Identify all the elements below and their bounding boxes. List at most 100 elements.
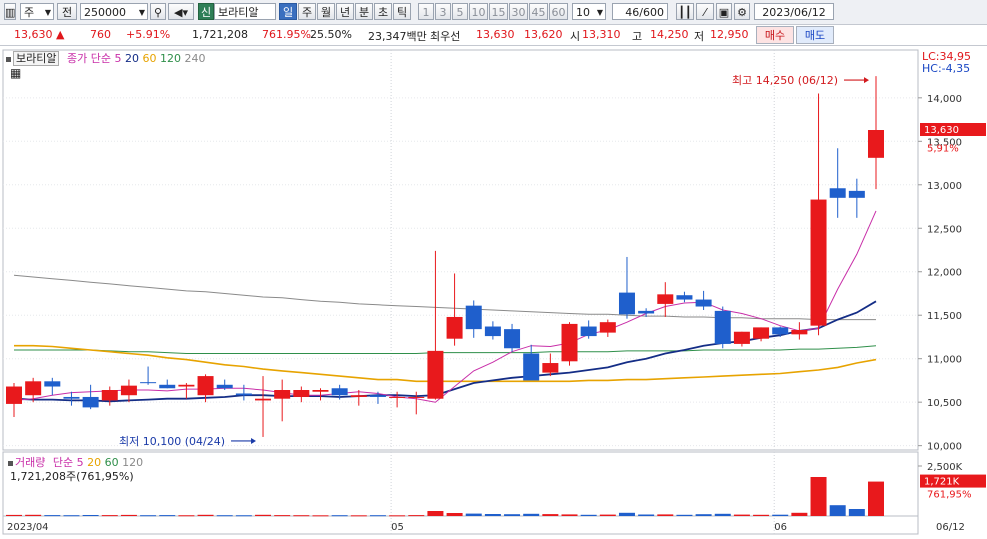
candle-body: [25, 381, 42, 396]
minute-tab-4[interactable]: 15: [489, 3, 508, 20]
legend-marker-icon: [6, 56, 11, 62]
code-input[interactable]: 250000 ▼: [80, 3, 148, 20]
candle-body: [504, 329, 521, 349]
period-tab-3[interactable]: 년: [336, 3, 354, 20]
search-icon[interactable]: ⚲: [150, 3, 166, 20]
volume-bar: [657, 514, 674, 516]
period-tab-0[interactable]: 일: [279, 3, 297, 20]
volume-bar: [714, 513, 731, 516]
legend-ma240: 240: [184, 52, 206, 65]
high-annotation: 최고 14,250 (06/12): [732, 74, 838, 87]
period-tab-4[interactable]: 분: [355, 3, 373, 20]
draw-line-icon[interactable]: ⁄: [696, 3, 714, 20]
grid-toggle-icon[interactable]: ▦: [10, 66, 21, 80]
y-tick-label: 11,500: [927, 311, 962, 322]
y-tick-label: 14,000: [927, 94, 962, 105]
speaker-icon[interactable]: ◀▾: [168, 3, 194, 20]
volume-bar: [733, 514, 750, 516]
type-select[interactable]: 주 ▼: [20, 3, 54, 20]
volume-bar: [197, 514, 214, 516]
current-price: 13,630 ▲: [14, 28, 64, 41]
sell-button[interactable]: 매도: [796, 26, 834, 44]
prev-button[interactable]: 전: [57, 3, 77, 20]
volume-bar: [848, 509, 865, 516]
chart-icon[interactable]: ▥: [4, 3, 16, 20]
volume-bar: [331, 515, 348, 517]
volume-bar: [235, 515, 252, 517]
volume-bar: [753, 514, 770, 516]
volume-bar: [120, 514, 137, 516]
minute-tab-1[interactable]: 3: [435, 3, 451, 20]
candle-body: [561, 323, 578, 362]
legend-ma120: 120: [159, 52, 181, 65]
bid-price: 13,620: [524, 28, 563, 41]
stock-name[interactable]: 보라티알: [214, 3, 276, 20]
minute-tab-5[interactable]: 30: [509, 3, 528, 20]
volume-bar: [695, 514, 712, 516]
x-tick-label: 06/12: [936, 522, 965, 533]
candle-body: [810, 199, 827, 326]
candle-body: [369, 395, 386, 397]
candle-body: [618, 292, 635, 315]
y-tick-label: 10,500: [927, 398, 962, 409]
candle-body: [197, 376, 214, 396]
candle-body: [523, 353, 540, 381]
y-tick-label: 10,000: [927, 442, 962, 453]
candle-body: [638, 310, 655, 314]
volume-y-tick-label: 2,500K: [927, 462, 963, 473]
volume-bar: [350, 515, 367, 517]
code-input-value: 250000: [84, 6, 126, 19]
candle-icon[interactable]: ┃┃: [676, 3, 694, 20]
volume-ratio: 761.95%: [262, 28, 311, 41]
candle-body: [312, 390, 329, 392]
high-price: 14,250: [650, 28, 689, 41]
date-input[interactable]: 2023/06/12: [754, 3, 834, 20]
candlestick-chart[interactable]: 10,000 10,500 11,000 11,500 12,000 12,500 13,0…: [0, 46, 987, 536]
candle-body: [657, 294, 674, 304]
candle-body: [465, 305, 482, 330]
count-select-label: 10: [576, 6, 590, 19]
minute-tab-6[interactable]: 45: [529, 3, 548, 20]
count-select[interactable]: 10 ▼: [572, 3, 606, 20]
period-tab-1[interactable]: 주: [298, 3, 316, 20]
x-tick-label: 2023/04: [7, 522, 49, 533]
chevron-down-icon: ▼: [138, 8, 145, 17]
candle-body: [235, 393, 252, 396]
chevron-down-icon: ▼: [596, 8, 603, 17]
trade-amount: 23,347백만: [368, 30, 427, 43]
candle-body: [389, 396, 406, 398]
candle-body: [216, 384, 233, 389]
up-arrow-icon: ▲: [56, 28, 65, 41]
high-label: 고: [632, 30, 643, 43]
period-tab-2[interactable]: 월: [317, 3, 335, 20]
open-label: 시: [570, 30, 581, 43]
minute-tab-7[interactable]: 60: [549, 3, 568, 20]
quote-bar: 13,630 ▲ 760 +5.91% 1,721,208 761.95% 25…: [0, 25, 987, 46]
period-tab-5[interactable]: 초: [374, 3, 392, 20]
best-label: 최우선: [430, 30, 461, 43]
candle-body: [580, 326, 597, 337]
minute-tab-0[interactable]: 1: [418, 3, 434, 20]
volume-bar: [101, 515, 118, 517]
new-badge: 신: [198, 3, 214, 20]
candle-body: [350, 395, 367, 397]
save-icon[interactable]: ▣: [716, 3, 732, 20]
candle-body: [484, 326, 501, 337]
candle-body: [178, 384, 195, 387]
volume-bar: [369, 515, 386, 517]
minute-tab-2[interactable]: 5: [452, 3, 468, 20]
period-tab-6[interactable]: 틱: [393, 3, 411, 20]
minute-tab-3[interactable]: 10: [469, 3, 488, 20]
candle-body: [427, 350, 444, 399]
change-percent-tag: 5,91%: [927, 144, 959, 155]
candle-body: [772, 327, 789, 335]
volume-bar: [255, 514, 272, 516]
low-price: 12,950: [710, 28, 749, 41]
chart-area[interactable]: 10,000 10,500 11,000 11,500 12,000 12,500 13,0…: [0, 46, 987, 536]
gear-icon[interactable]: ⚙: [734, 3, 750, 20]
count-display[interactable]: 46/600: [612, 3, 668, 20]
candle-body: [791, 330, 808, 335]
toolbar: ▥ 주 ▼ 전 250000 ▼ ⚲ ◀▾ 신 보라티알 일주월년분초틱 1 3 5 10…: [0, 0, 987, 25]
legend-stock-name[interactable]: 보라티알: [13, 51, 60, 66]
buy-button[interactable]: 매수: [756, 26, 794, 44]
